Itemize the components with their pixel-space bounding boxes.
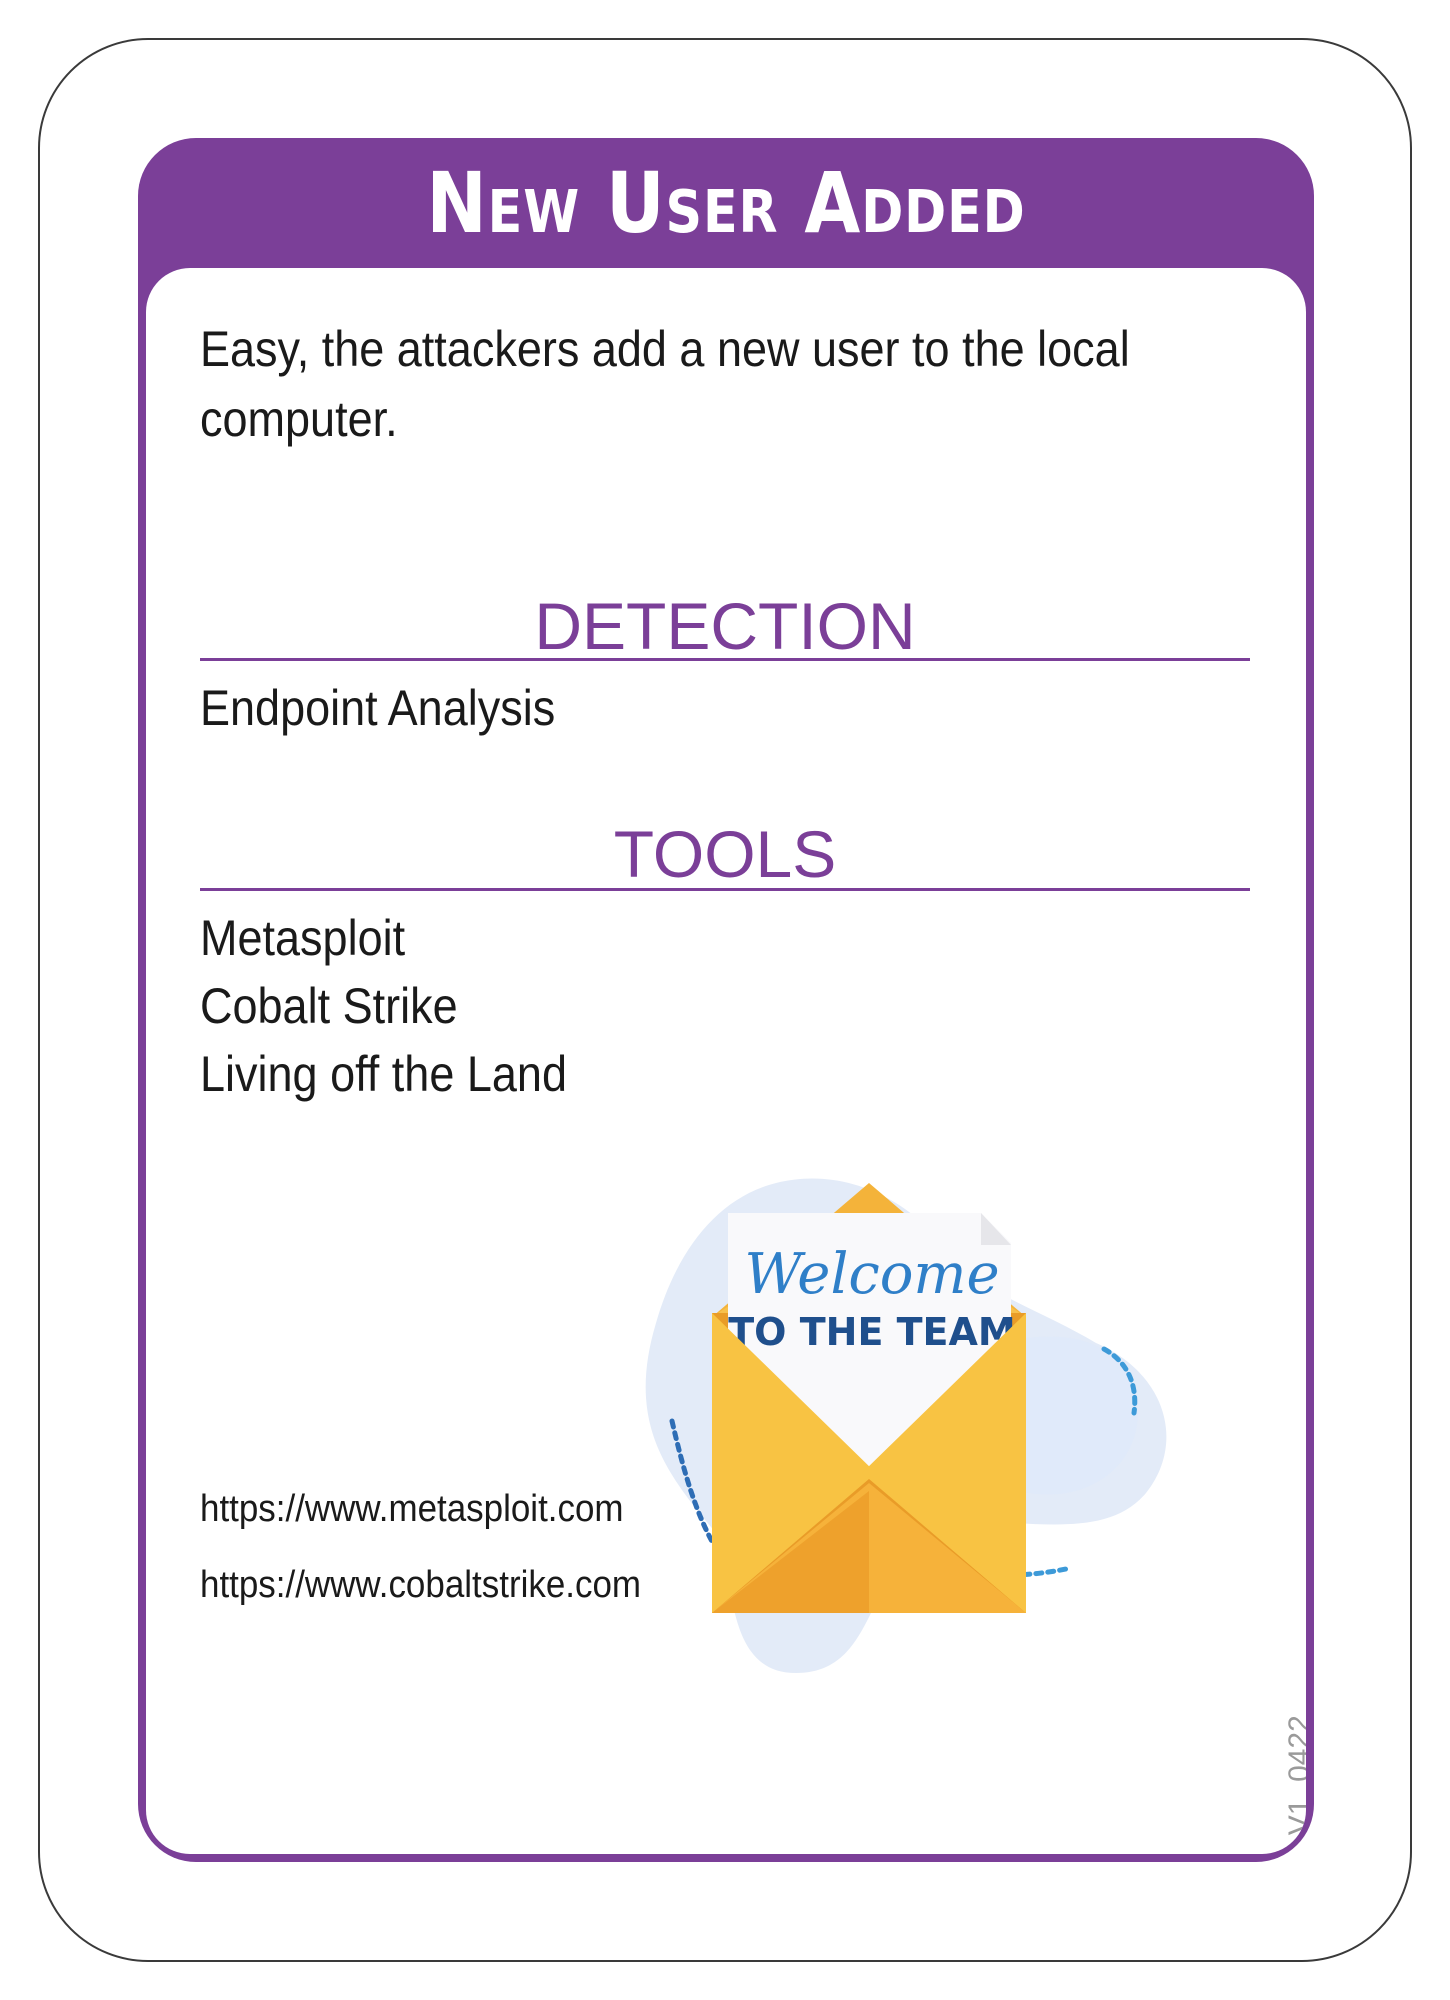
link-cobaltstrike[interactable]: https://www.cobaltstrike.com bbox=[200, 1560, 641, 1610]
tools-heading: TOOLS bbox=[613, 817, 837, 891]
card-body: Easy, the attackers add a new user to th… bbox=[146, 268, 1306, 1854]
detection-heading: DETECTION bbox=[534, 589, 916, 663]
card-frame: New User Added Easy, the attackers add a… bbox=[138, 138, 1314, 1862]
tool-item: Cobalt Strike bbox=[200, 978, 458, 1034]
team-text: TO THE TEAM bbox=[728, 1310, 1015, 1354]
card-title: New User Added bbox=[426, 154, 1026, 252]
tool-item: Metasploit bbox=[200, 910, 406, 966]
link-metasploit[interactable]: https://www.metasploit.com bbox=[200, 1484, 624, 1534]
tools-divider bbox=[200, 888, 1250, 891]
welcome-script: Welcome bbox=[744, 1242, 999, 1307]
card-description: Easy, the attackers add a new user to th… bbox=[200, 321, 1130, 447]
detection-divider bbox=[200, 658, 1250, 661]
detection-item: Endpoint Analysis bbox=[200, 680, 556, 736]
tool-item: Living off the Land bbox=[200, 1046, 567, 1102]
welcome-envelope-icon: Welcome TO THE TEAM bbox=[645, 1178, 1167, 1673]
version-code: ICS/OT_V1_0422 bbox=[1283, 1715, 1306, 1854]
